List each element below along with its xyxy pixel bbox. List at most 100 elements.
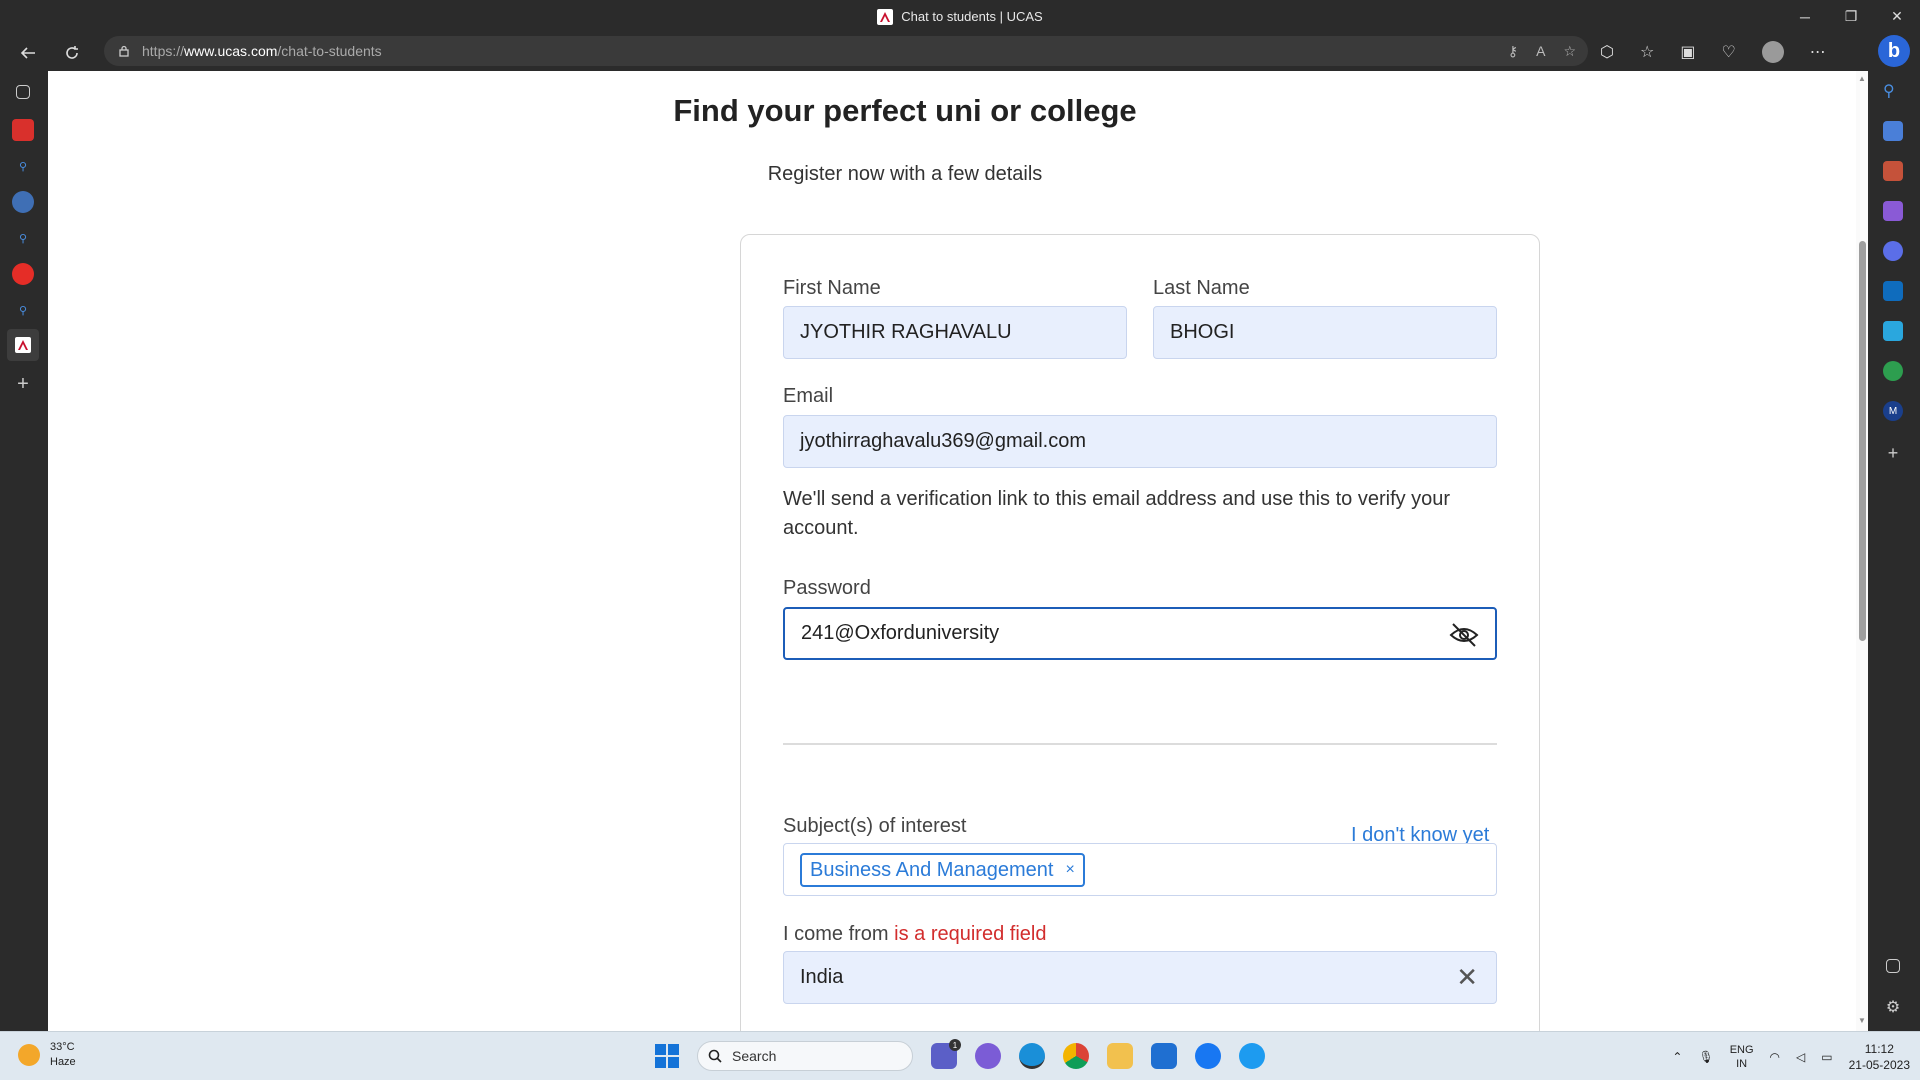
show-hidden-icons-icon[interactable]: ⌃ xyxy=(1672,1050,1682,1064)
address-bar[interactable]: https://www.ucas.com/chat-to-students ⚷ … xyxy=(104,36,1588,66)
tab-search-icon[interactable]: ⚲ xyxy=(12,227,34,249)
clock-date: 21-05-2023 xyxy=(1848,1058,1910,1072)
sidebar-shopping-icon[interactable] xyxy=(1883,121,1903,141)
restore-button[interactable]: ❐ xyxy=(1828,0,1874,33)
chat-badge: 1 xyxy=(949,1039,961,1051)
tab-site-icon[interactable] xyxy=(12,191,34,213)
extensions-icon[interactable]: ⬡ xyxy=(1600,42,1614,62)
url-host: www.ucas.com xyxy=(184,43,278,59)
facebook-icon[interactable] xyxy=(1195,1043,1221,1069)
minimize-button[interactable]: ─ xyxy=(1782,0,1828,33)
sidebar-copilot-icon[interactable] xyxy=(1883,241,1903,261)
sidebar-outlook-icon[interactable] xyxy=(1883,281,1903,301)
tab-search-icon[interactable]: ⚲ xyxy=(12,299,34,321)
sidebar-hide-icon[interactable] xyxy=(1886,959,1900,973)
key-icon[interactable]: ⚷ xyxy=(1508,43,1518,60)
email-field[interactable]: jyothirraghavalu369@gmail.com xyxy=(783,415,1497,468)
language-indicator[interactable]: ENG IN xyxy=(1730,1043,1754,1071)
subjects-input[interactable]: Business And Management × xyxy=(783,843,1497,896)
copilot-icon[interactable] xyxy=(975,1043,1001,1069)
chrome-icon[interactable] xyxy=(1063,1043,1089,1069)
sidebar-games-icon[interactable] xyxy=(1883,201,1903,221)
collections-icon[interactable]: ▣ xyxy=(1680,42,1695,62)
page-scrollbar[interactable]: ▲ ▼ xyxy=(1856,71,1868,1031)
new-tab-icon[interactable]: + xyxy=(12,373,34,395)
come-from-error: is a required field xyxy=(894,923,1047,945)
taskbar-search[interactable]: Search xyxy=(697,1041,913,1071)
sidebar-add-icon[interactable]: + xyxy=(1883,443,1903,463)
come-from-label-text: I come from xyxy=(783,923,889,945)
email-help-text: We'll send a verification link to this e… xyxy=(783,488,1451,539)
password-label: Password xyxy=(783,577,871,599)
tab-pdf-icon[interactable] xyxy=(12,119,34,141)
first-name-field[interactable]: JYOTHIR RAGHAVALU xyxy=(783,306,1127,359)
browser-toolbar: https://www.ucas.com/chat-to-students ⚷ … xyxy=(0,33,1920,71)
lock-icon xyxy=(119,45,129,57)
weather-widget[interactable]: 33°C Haze xyxy=(18,1040,76,1070)
remove-tag-icon[interactable]: × xyxy=(1066,861,1075,879)
tab-ucas-active[interactable] xyxy=(7,329,39,361)
mail-icon[interactable] xyxy=(1151,1043,1177,1069)
more-options-icon[interactable]: ⋯ xyxy=(1810,42,1826,62)
lang-top: ENG xyxy=(1729,1044,1754,1056)
sidebar-m-icon[interactable]: M xyxy=(1883,401,1903,421)
favorites-icon[interactable]: ☆ xyxy=(1640,42,1654,62)
hide-password-icon[interactable] xyxy=(1449,621,1479,649)
clock[interactable]: 11:12 21-05-2023 xyxy=(1849,1041,1910,1073)
start-button[interactable] xyxy=(655,1044,679,1068)
scrollbar-thumb[interactable] xyxy=(1859,241,1866,641)
window-title: Chat to students | UCAS xyxy=(0,0,1920,33)
weather-desc: Haze xyxy=(50,1056,76,1068)
ucas-tab-icon xyxy=(15,337,31,353)
sidebar-tools-icon[interactable] xyxy=(1883,161,1903,181)
sidebar-search-icon[interactable]: ⚲ xyxy=(1883,81,1903,101)
bing-chat-icon[interactable]: b xyxy=(1878,35,1910,67)
weather-temp: 33°C xyxy=(50,1041,75,1053)
tab-youtube-icon[interactable] xyxy=(12,263,34,285)
search-placeholder: Search xyxy=(732,1048,777,1064)
tab-actions-icon[interactable] xyxy=(16,85,30,99)
first-name-label: First Name xyxy=(783,277,881,299)
tab-search-icon[interactable]: ⚲ xyxy=(12,155,34,177)
profile-avatar[interactable] xyxy=(1761,41,1784,63)
twitter-icon[interactable] xyxy=(1239,1043,1265,1069)
sidebar-send-icon[interactable] xyxy=(1883,321,1903,341)
browser-essentials-icon[interactable]: ♡ xyxy=(1721,42,1735,62)
teams-chat-icon[interactable]: 1 xyxy=(931,1039,961,1069)
ucas-logo-icon xyxy=(877,8,894,25)
url-scheme: https:// xyxy=(142,43,185,59)
windows-taskbar: 33°C Haze Search 1 ⌃ 🎙 ENG IN ◠ ◁ ▭ 11:1… xyxy=(0,1031,1920,1080)
refresh-icon[interactable] xyxy=(56,37,88,69)
lang-bottom: IN xyxy=(1736,1058,1748,1070)
come-from-value: India xyxy=(800,966,844,988)
page-subtitle: Register now with a few details xyxy=(767,163,1043,185)
password-field[interactable]: 241@Oxforduniversity xyxy=(783,607,1497,660)
read-aloud-icon[interactable]: A xyxy=(1536,43,1545,59)
back-icon[interactable] xyxy=(12,37,44,69)
edge-icon[interactable] xyxy=(1019,1043,1045,1069)
clear-selection-icon[interactable]: ✕ xyxy=(1456,964,1478,990)
page-viewport: Find your perfect uni or college Registe… xyxy=(48,71,1856,1031)
volume-icon[interactable]: ◁ xyxy=(1796,1050,1805,1064)
edge-sidebar: ⚲ M + ⚙ xyxy=(1868,71,1920,1031)
battery-icon[interactable]: ▭ xyxy=(1821,1050,1832,1064)
password-value: 241@Oxforduniversity xyxy=(801,622,1000,644)
close-window-button[interactable]: ✕ xyxy=(1874,0,1920,33)
url-path: /chat-to-students xyxy=(277,43,382,59)
scroll-down-icon[interactable]: ▼ xyxy=(1858,1017,1866,1025)
last-name-field[interactable]: BHOGI xyxy=(1153,306,1497,359)
wifi-icon[interactable]: ◠ xyxy=(1770,1050,1780,1064)
file-explorer-icon[interactable] xyxy=(1107,1043,1133,1069)
subject-tag-label: Business And Management xyxy=(810,858,1054,881)
sidebar-tree-icon[interactable] xyxy=(1883,361,1903,381)
subject-tag: Business And Management × xyxy=(800,853,1085,887)
add-favorite-icon[interactable]: ☆ xyxy=(1563,43,1576,60)
settings-gear-icon[interactable]: ⚙ xyxy=(1883,997,1903,1017)
page-title: Find your perfect uni or college xyxy=(673,93,1137,128)
come-from-field[interactable]: India ✕ xyxy=(783,951,1497,1004)
vertical-tabs-panel: ⚲ ⚲ ⚲ + xyxy=(0,71,48,1031)
microphone-icon[interactable]: 🎙 xyxy=(1698,1050,1713,1064)
scroll-up-icon[interactable]: ▲ xyxy=(1858,75,1866,83)
registration-form-card: First Name JYOTHIR RAGHAVALU Last Name B… xyxy=(740,234,1540,1031)
window-title-text: Chat to students | UCAS xyxy=(901,9,1043,24)
